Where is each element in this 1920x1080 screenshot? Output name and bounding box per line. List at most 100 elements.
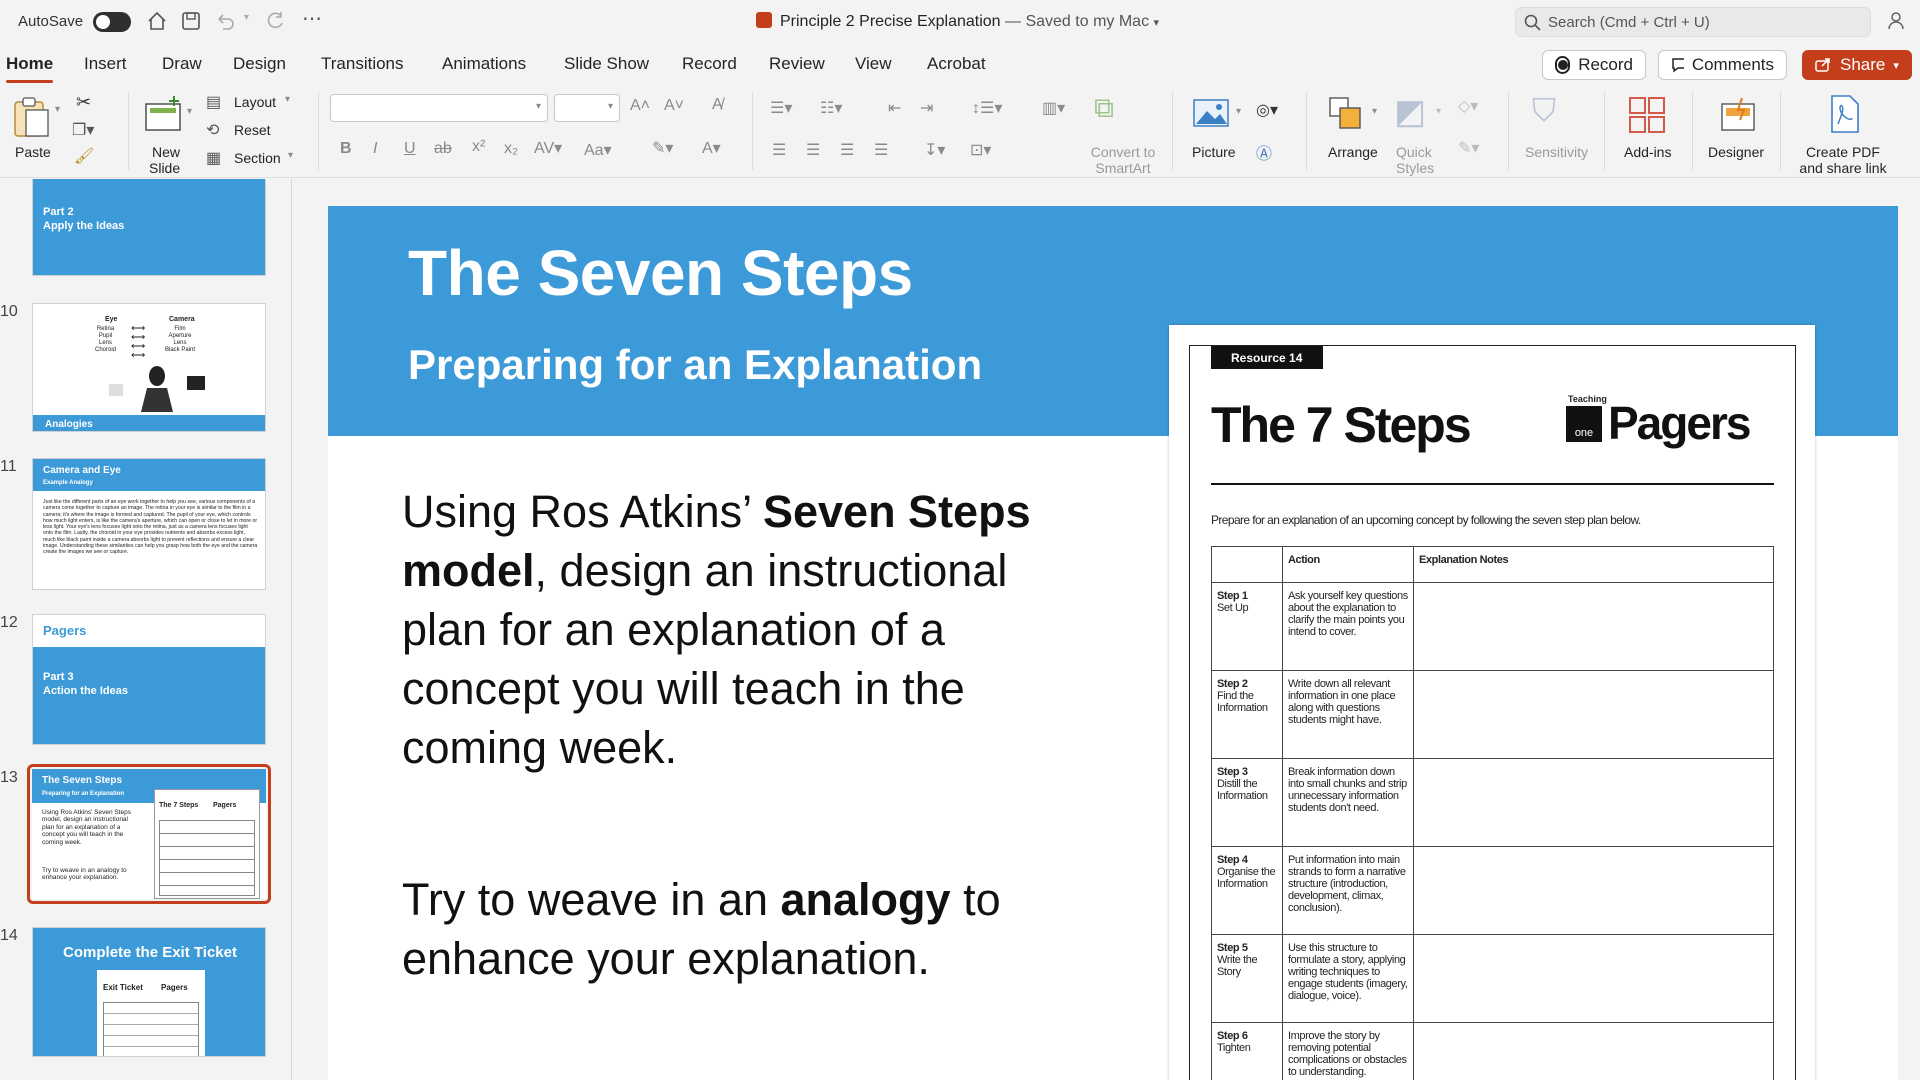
align-text-icon[interactable]: ⊡▾: [970, 140, 991, 160]
copy-icon[interactable]: ❐▾: [72, 120, 94, 140]
convert-smartart-button[interactable]: ⧉ Convert to SmartArt: [1086, 92, 1156, 176]
new-slide-dropdown-icon[interactable]: ▾: [187, 106, 192, 117]
increase-font-icon[interactable]: A˄: [630, 97, 650, 115]
bold-icon[interactable]: B: [340, 140, 352, 158]
arrange-button[interactable]: Arrange: [1322, 92, 1382, 172]
subscript-icon[interactable]: x₂: [504, 140, 518, 158]
p1-text-a: Using Ros Atkins’: [402, 486, 763, 537]
create-pdf-button[interactable]: Create PDF and share link: [1790, 92, 1896, 176]
home-icon[interactable]: [146, 10, 168, 32]
highlight-icon[interactable]: ✎▾: [652, 138, 673, 158]
table-row: Step 5 Write the Story Use this structure…: [1211, 934, 1774, 1023]
slide-canvas[interactable]: The Seven Steps Preparing for an Explana…: [328, 206, 1898, 1080]
thumb12-band: Part 3 Action the Ideas: [33, 647, 265, 744]
layout-button[interactable]: ▤ Layout ▾: [206, 92, 306, 114]
step-name: Distill the Information: [1217, 778, 1268, 802]
share-button[interactable]: Share ▾: [1802, 50, 1912, 80]
decrease-indent-icon[interactable]: ⇤: [888, 98, 901, 118]
sensitivity-label: Sensitivity: [1525, 144, 1589, 160]
tab-home[interactable]: Home: [6, 54, 54, 83]
search-box[interactable]: Search (Cmd + Ctrl + U): [1515, 7, 1871, 37]
slide-thumbnail-10[interactable]: Eye Camera Retina Pupil Lens Choroid Fil…: [32, 303, 266, 432]
shape-fill-icon[interactable]: ◇▾: [1458, 96, 1478, 116]
font-size-select[interactable]: ▾: [554, 94, 620, 122]
slide-thumbnail-14[interactable]: Complete the Exit Ticket Exit Ticket Pag…: [32, 927, 266, 1057]
sensitivity-button[interactable]: ⛉ Sensitivity: [1518, 92, 1598, 172]
record-button[interactable]: Record: [1542, 50, 1646, 80]
paste-dropdown-icon[interactable]: ▾: [55, 104, 60, 115]
superscript-icon[interactable]: x²: [472, 138, 485, 156]
add-ins-button[interactable]: Add-ins: [1618, 92, 1680, 172]
resource-document-image[interactable]: Resource 14 The 7 Steps Teaching one Pag…: [1169, 325, 1815, 1080]
columns-icon[interactable]: ▥▾: [1042, 98, 1065, 118]
font-color-icon[interactable]: A▾: [702, 138, 721, 158]
slide-title[interactable]: The Seven Steps: [408, 236, 913, 310]
new-slide-label-2: Slide: [149, 160, 181, 176]
font-family-select[interactable]: ▾: [330, 94, 548, 122]
slide-thumbnail-9[interactable]: Part 2 Apply the Ideas: [32, 179, 266, 276]
autosave-toggle[interactable]: [93, 12, 131, 32]
arrange-dropdown-icon[interactable]: ▾: [1372, 106, 1377, 117]
underline-icon[interactable]: U: [404, 140, 416, 158]
slide-thumbnail-12[interactable]: Pagers Part 3 Action the Ideas: [32, 614, 266, 745]
share-icon: [1815, 58, 1830, 72]
textbox-icon[interactable]: Ⓐ: [1256, 140, 1272, 164]
italic-icon[interactable]: I: [373, 140, 377, 158]
body-paragraph-2[interactable]: Try to weave in an analogy to enhance yo…: [402, 870, 1052, 988]
comments-button[interactable]: Comments: [1658, 50, 1787, 80]
line-spacing-icon[interactable]: ↕☰▾: [972, 98, 1002, 118]
new-slide-button[interactable]: New Slide: [140, 92, 192, 176]
redo-icon[interactable]: [264, 10, 286, 32]
shape-outline-icon[interactable]: ✎▾: [1458, 138, 1479, 158]
slide-thumbnail-pane[interactable]: Part 2 Apply the Ideas 10 Eye Camera Ret…: [0, 179, 292, 1080]
document-title[interactable]: Principle 2 Precise Explanation — Saved …: [780, 13, 1159, 31]
notes-cell: [1413, 670, 1774, 759]
tab-design[interactable]: Design: [233, 54, 286, 74]
more-icon[interactable]: ⋯: [302, 6, 322, 31]
tab-review[interactable]: Review: [769, 54, 825, 74]
strikethrough-icon[interactable]: ab: [434, 140, 452, 158]
quick-styles-button[interactable]: ◩ Quick Styles: [1390, 92, 1440, 176]
picture-button[interactable]: Picture: [1188, 92, 1244, 172]
designer-button[interactable]: Designer: [1704, 92, 1772, 172]
tab-slide-show[interactable]: Slide Show: [564, 54, 649, 74]
tab-acrobat[interactable]: Acrobat: [927, 54, 986, 74]
tab-draw[interactable]: Draw: [162, 54, 202, 74]
reset-button[interactable]: ⟲ Reset: [206, 120, 286, 142]
align-center-icon[interactable]: ☰: [806, 140, 820, 160]
format-painter-icon[interactable]: 🖌: [74, 146, 94, 166]
picture-dropdown-icon[interactable]: ▾: [1236, 106, 1241, 117]
notes-cell: [1413, 846, 1774, 935]
numbering-icon[interactable]: ☷▾: [820, 98, 842, 118]
align-right-icon[interactable]: ☰: [840, 140, 854, 160]
decrease-font-icon[interactable]: A˅: [664, 97, 684, 115]
clear-formatting-icon[interactable]: A̸: [712, 96, 723, 114]
character-spacing-icon[interactable]: AV▾: [534, 138, 562, 158]
tab-animations[interactable]: Animations: [442, 54, 526, 74]
slide-thumbnail-13[interactable]: The Seven Steps Preparing for an Explana…: [32, 769, 266, 899]
tab-record[interactable]: Record: [682, 54, 737, 74]
cut-icon[interactable]: ✂: [76, 92, 91, 113]
body-paragraph-1[interactable]: Using Ros Atkins’ Seven Steps model, des…: [402, 482, 1052, 777]
save-icon[interactable]: [180, 10, 202, 32]
shapes-icon[interactable]: ◎▾: [1256, 100, 1278, 120]
undo-dropdown-icon[interactable]: ▾: [244, 12, 249, 23]
designer-icon: [1721, 97, 1755, 131]
tab-transitions[interactable]: Transitions: [321, 54, 404, 74]
undo-icon[interactable]: [214, 10, 236, 32]
bullets-icon[interactable]: ☰▾: [770, 98, 792, 118]
chevron-down-icon: ▾: [285, 94, 291, 105]
account-icon[interactable]: [1886, 10, 1908, 32]
increase-indent-icon[interactable]: ⇥: [920, 98, 933, 118]
section-button[interactable]: ▦ Section ▾: [206, 148, 306, 170]
record-label: Record: [1578, 55, 1633, 74]
tab-view[interactable]: View: [855, 54, 892, 74]
change-case-icon[interactable]: Aa▾: [584, 140, 612, 160]
slide-number-14: 14: [0, 927, 18, 944]
align-left-icon[interactable]: ☰: [772, 140, 786, 160]
slide-thumbnail-11[interactable]: Camera and Eye Example Analogy Just like…: [32, 458, 266, 590]
tab-insert[interactable]: Insert: [84, 54, 127, 74]
justify-icon[interactable]: ☰: [874, 140, 888, 160]
slide-subtitle[interactable]: Preparing for an Explanation: [408, 341, 982, 389]
text-direction-icon[interactable]: ↧▾: [924, 140, 945, 160]
